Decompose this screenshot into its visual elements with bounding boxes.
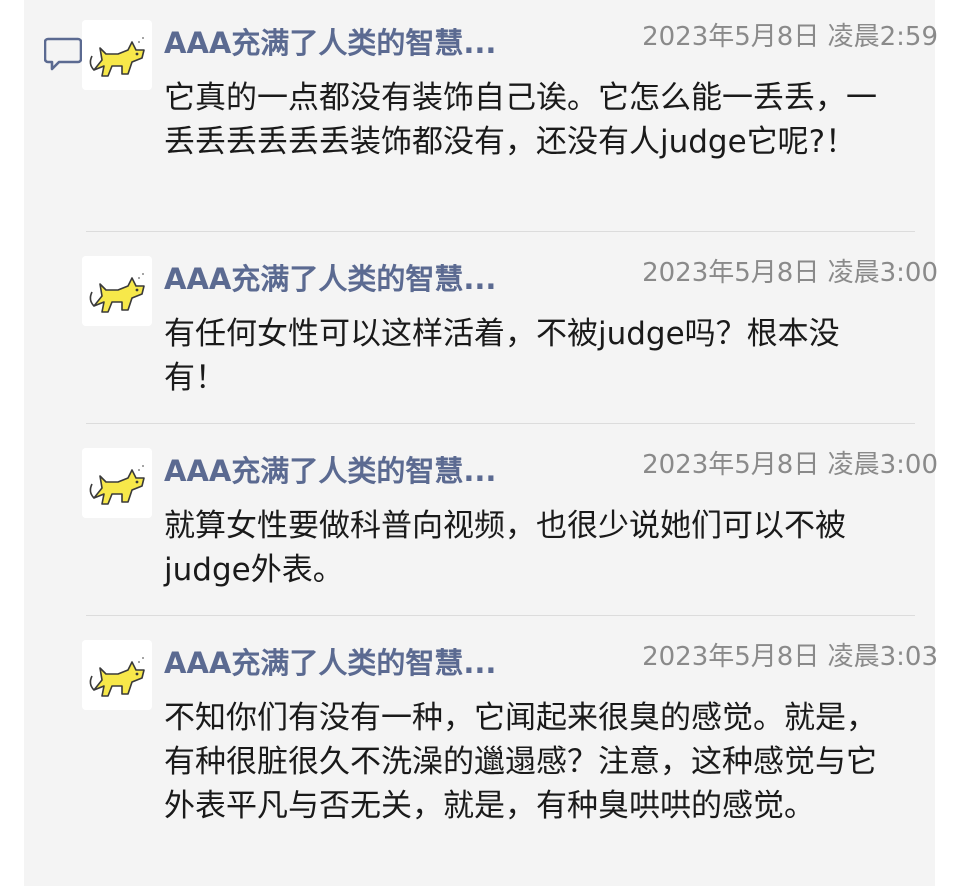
comment-timestamp: 2023年5月8日 凌晨3:00 [642, 450, 938, 480]
divider [86, 423, 915, 424]
yellow-cat-avatar-icon [82, 20, 152, 90]
avatar[interactable] [82, 448, 152, 518]
commenter-name[interactable]: AAA充满了人类的智慧... [164, 262, 564, 296]
yellow-cat-avatar-icon [82, 256, 152, 326]
comment-text: 有任何女性可以这样活着，不被judge吗？根本没有！ [164, 316, 840, 396]
divider [86, 231, 915, 232]
avatar[interactable] [82, 20, 152, 90]
commenter-name[interactable]: AAA充满了人类的智慧... [164, 26, 564, 60]
comment-text: 它真的一点都没有装饰自己诶。它怎么能一丢丢，一丢丢丢丢丢丢装饰都没有，还没有人j… [164, 80, 877, 160]
yellow-cat-avatar-icon [82, 640, 152, 710]
comment-timestamp: 2023年5月8日 凌晨3:00 [642, 258, 938, 288]
avatar[interactable] [82, 256, 152, 326]
comment-timestamp: 2023年5月8日 凌晨2:59 [642, 22, 938, 52]
avatar[interactable] [82, 640, 152, 710]
yellow-cat-avatar-icon [82, 448, 152, 518]
comment-timestamp: 2023年5月8日 凌晨3:03 [642, 642, 938, 672]
comment-text: 不知你们有没有一种，它闻起来很臭的感觉。就是，有种很脏很久不洗澡的邋遢感？注意，… [164, 700, 877, 824]
commenter-name[interactable]: AAA充满了人类的智慧... [164, 646, 564, 680]
comment-icon[interactable] [44, 36, 82, 72]
divider [86, 615, 915, 616]
comment-text: 就算女性要做科普向视频，也很少说她们可以不被judge外表。 [164, 508, 846, 588]
commenter-name[interactable]: AAA充满了人类的智慧... [164, 454, 564, 488]
